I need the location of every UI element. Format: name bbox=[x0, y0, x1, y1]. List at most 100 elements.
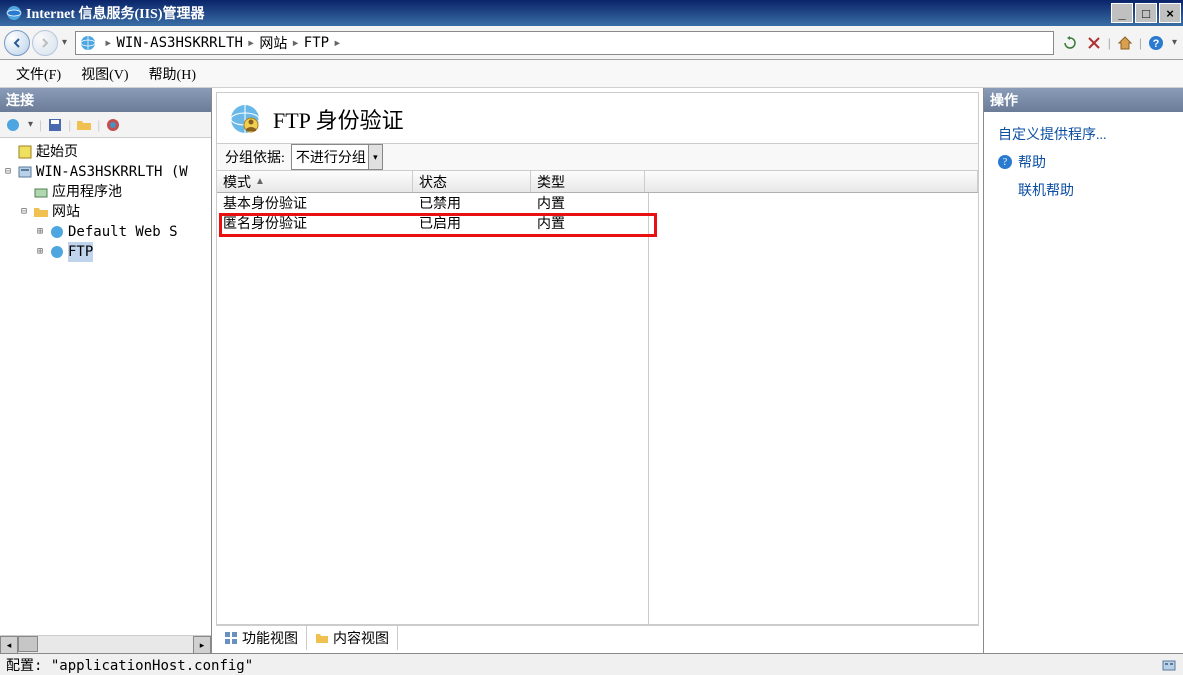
tree-label: WIN-AS3HSKRRLTH (W bbox=[36, 162, 188, 182]
start-page-icon bbox=[17, 144, 33, 160]
tree-app-pools[interactable]: 应用程序池 bbox=[2, 182, 209, 202]
menu-help[interactable]: 帮助(H) bbox=[139, 60, 206, 88]
globe-icon bbox=[80, 35, 96, 51]
folder-icon[interactable] bbox=[75, 116, 93, 134]
menu-file[interactable]: 文件(F) bbox=[6, 60, 71, 88]
list-row[interactable]: 基本身份验证 已禁用 内置 bbox=[217, 193, 648, 213]
content-view-tab[interactable]: 内容视图 bbox=[307, 626, 398, 650]
nav-sep: | bbox=[1108, 36, 1111, 50]
connections-tree: 起始页 ⊟ WIN-AS3HSKRRLTH (W 应用程序池 ⊟ 网站 ⊞ De… bbox=[0, 138, 211, 635]
window-title: Internet 信息服务(IIS)管理器 bbox=[26, 3, 1109, 23]
home-icon[interactable] bbox=[1115, 33, 1135, 53]
tree-server[interactable]: ⊟ WIN-AS3HSKRRLTH (W bbox=[2, 162, 209, 182]
window-controls: _ □ × bbox=[1109, 3, 1181, 23]
address-bar[interactable]: ▸ WIN-AS3HSKRRLTH ▸ 网站 ▸ FTP ▸ bbox=[75, 31, 1054, 55]
minimize-button[interactable]: _ bbox=[1111, 3, 1133, 23]
group-row: 分组依据: 不进行分组 ▾ bbox=[217, 143, 978, 171]
app-pools-icon bbox=[33, 184, 49, 200]
collapse-icon[interactable]: ⊟ bbox=[2, 162, 14, 182]
save-icon[interactable] bbox=[46, 116, 64, 134]
globe-icon bbox=[49, 224, 65, 240]
connect-dropdown[interactable]: ▾ bbox=[26, 119, 35, 130]
ftp-auth-icon bbox=[229, 103, 261, 135]
views-bar: 功能视图 内容视图 bbox=[216, 625, 979, 649]
breadcrumb-sep: ▸ bbox=[333, 35, 341, 51]
tree-start-page[interactable]: 起始页 bbox=[2, 142, 209, 162]
cell-mode: 匿名身份验证 bbox=[217, 213, 413, 233]
action-online-help[interactable]: 联机帮助 bbox=[990, 176, 1177, 204]
connections-panel: 连接 ▾ | | | 起始页 ⊟ WIN-AS3HSKRRLTH (W bbox=[0, 88, 212, 653]
menu-view[interactable]: 视图(V) bbox=[71, 60, 138, 88]
expand-icon[interactable]: ⊞ bbox=[34, 222, 46, 242]
tree-default-site[interactable]: ⊞ Default Web S bbox=[2, 222, 209, 242]
cell-type: 内置 bbox=[531, 193, 645, 213]
back-button[interactable] bbox=[4, 30, 30, 56]
tree-label: 起始页 bbox=[36, 142, 78, 162]
scroll-right-button[interactable]: ▸ bbox=[193, 636, 211, 654]
content-icon bbox=[315, 631, 329, 645]
maximize-button[interactable]: □ bbox=[1135, 3, 1157, 23]
list-header: 模式 ▲ 状态 类型 bbox=[217, 171, 978, 193]
title-bar: Internet 信息服务(IIS)管理器 _ □ × bbox=[0, 0, 1183, 26]
scroll-thumb[interactable] bbox=[18, 636, 38, 652]
breadcrumb-server[interactable]: WIN-AS3HSKRRLTH bbox=[116, 35, 242, 51]
breadcrumb-site[interactable]: FTP bbox=[304, 35, 329, 51]
action-help[interactable]: ? 帮助 bbox=[990, 148, 1177, 176]
help-dropdown[interactable]: ▾ bbox=[1170, 37, 1179, 48]
sites-icon bbox=[33, 204, 49, 220]
column-blank[interactable] bbox=[645, 171, 978, 192]
stop-icon[interactable] bbox=[1084, 33, 1104, 53]
group-select[interactable]: 不进行分组 ▾ bbox=[291, 144, 383, 170]
status-config: 配置: "applicationHost.config" bbox=[6, 655, 253, 675]
cell-status: 已禁用 bbox=[413, 193, 531, 213]
expand-icon[interactable]: ⊞ bbox=[34, 242, 46, 262]
up-icon[interactable] bbox=[104, 116, 122, 134]
column-type[interactable]: 类型 bbox=[531, 171, 645, 192]
nav-sep: | bbox=[1139, 36, 1142, 50]
tree-scrollbar[interactable]: ◂ ▸ bbox=[0, 635, 211, 653]
actions-header: 操作 bbox=[984, 88, 1183, 112]
features-icon bbox=[224, 631, 238, 645]
scroll-left-button[interactable]: ◂ bbox=[0, 636, 18, 654]
history-dropdown[interactable]: ▾ bbox=[60, 37, 69, 48]
content-panel: FTP 身份验证 分组依据: 不进行分组 ▾ 模式 ▲ 状态 类型 bbox=[212, 88, 983, 653]
heading-text: FTP 身份验证 bbox=[273, 103, 404, 135]
breadcrumb-sep: ▸ bbox=[247, 35, 255, 51]
list-row[interactable]: 匿名身份验证 已启用 内置 bbox=[217, 213, 648, 233]
nav-bar: ▾ ▸ WIN-AS3HSKRRLTH ▸ 网站 ▸ FTP ▸ | | ? ▾ bbox=[0, 26, 1183, 60]
forward-button[interactable] bbox=[32, 30, 58, 56]
dropdown-icon: ▾ bbox=[368, 145, 382, 169]
actions-body: 自定义提供程序... ? 帮助 联机帮助 bbox=[984, 112, 1183, 653]
group-value: 不进行分组 bbox=[296, 151, 366, 166]
tree-label: 网站 bbox=[52, 202, 80, 222]
tree-sites[interactable]: ⊟ 网站 bbox=[2, 202, 209, 222]
collapse-icon[interactable]: ⊟ bbox=[18, 202, 30, 222]
features-view-tab[interactable]: 功能视图 bbox=[216, 626, 307, 650]
connect-icon[interactable] bbox=[4, 116, 22, 134]
cell-status: 已启用 bbox=[413, 213, 531, 233]
nav-tools: | | ? ▾ bbox=[1060, 33, 1179, 53]
column-mode[interactable]: 模式 ▲ bbox=[217, 171, 413, 192]
tree-ftp-site[interactable]: ⊞ FTP bbox=[2, 242, 209, 262]
breadcrumb-sep: ▸ bbox=[291, 35, 299, 51]
status-icon bbox=[1161, 657, 1177, 673]
column-status[interactable]: 状态 bbox=[413, 171, 531, 192]
connections-toolbar: ▾ | | | bbox=[0, 112, 211, 138]
close-button[interactable]: × bbox=[1159, 3, 1181, 23]
tree-label: Default Web S bbox=[68, 222, 178, 242]
menu-bar: 文件(F) 视图(V) 帮助(H) bbox=[0, 60, 1183, 88]
tree-label: FTP bbox=[68, 242, 93, 262]
server-icon bbox=[17, 164, 33, 180]
help-icon[interactable]: ? bbox=[1146, 33, 1166, 53]
group-label: 分组依据: bbox=[225, 147, 285, 167]
breadcrumb-sites[interactable]: 网站 bbox=[259, 33, 287, 53]
content-heading: FTP 身份验证 bbox=[217, 93, 978, 143]
action-custom-providers[interactable]: 自定义提供程序... bbox=[990, 120, 1177, 148]
scroll-track[interactable] bbox=[18, 636, 193, 653]
list-body: 基本身份验证 已禁用 内置 匿名身份验证 已启用 内置 bbox=[217, 193, 978, 624]
cell-mode: 基本身份验证 bbox=[217, 193, 413, 213]
refresh-icon[interactable] bbox=[1060, 33, 1080, 53]
sort-asc-icon: ▲ bbox=[255, 176, 265, 187]
nav-arrows: ▾ bbox=[4, 30, 69, 56]
tree-label: 应用程序池 bbox=[52, 182, 122, 202]
